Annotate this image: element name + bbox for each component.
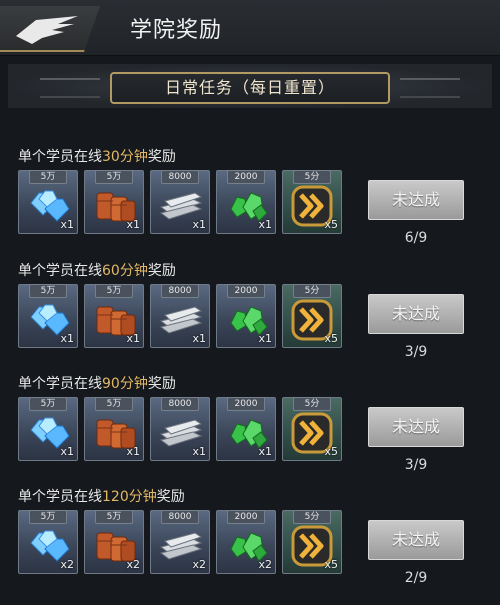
reward-quantity: x5 bbox=[324, 218, 338, 231]
reward-quantity: x1 bbox=[126, 445, 140, 458]
reward-amount-tag: 2000 bbox=[227, 510, 265, 524]
reward-amount-tag: 2000 bbox=[227, 397, 265, 411]
reward-row: 单个学员在线120分钟奖励 5万 x2 5万 x2 8000 x2 2000 x2 5分 x5 未达成… bbox=[8, 480, 492, 592]
reward-item[interactable]: 5分 x5 bbox=[282, 284, 342, 348]
reward-quantity: x1 bbox=[126, 332, 140, 345]
row-title-prefix: 单个学员在线 bbox=[18, 376, 102, 392]
reward-quantity: x1 bbox=[60, 332, 74, 345]
claim-status-button[interactable]: 未达成 bbox=[368, 180, 464, 220]
reward-item[interactable]: 5万 x2 bbox=[84, 510, 144, 574]
row-title-prefix: 单个学员在线 bbox=[18, 489, 102, 505]
eagle-wing-icon bbox=[16, 16, 78, 44]
reward-item[interactable]: 5万 x1 bbox=[18, 284, 78, 348]
reward-amount-tag: 5万 bbox=[29, 170, 67, 184]
reward-row: 单个学员在线90分钟奖励 5万 x1 5万 x1 8000 x1 2000 x1 5分 x5 未达成 3… bbox=[8, 367, 492, 479]
reward-row: 单个学员在线30分钟奖励 5万 x1 5万 x1 8000 x1 2000 x1 5分 x5 未达成 6… bbox=[8, 140, 492, 252]
row-title-suffix: 奖励 bbox=[147, 376, 176, 392]
reward-item[interactable]: 5万 x1 bbox=[84, 284, 144, 348]
reward-item[interactable]: 5万 x1 bbox=[84, 170, 144, 234]
reward-item[interactable]: 5分 x5 bbox=[282, 170, 342, 234]
reward-amount-tag: 5万 bbox=[95, 397, 133, 411]
row-title: 单个学员在线120分钟奖励 bbox=[18, 486, 185, 506]
reward-quantity: x2 bbox=[192, 558, 206, 571]
reward-item[interactable]: 2000 x1 bbox=[216, 284, 276, 348]
reward-amount-tag: 2000 bbox=[227, 284, 265, 298]
header-bar: 学院奖励 bbox=[0, 0, 500, 56]
row-title-duration: 90分钟 bbox=[102, 376, 148, 392]
reward-item[interactable]: 8000 x1 bbox=[150, 284, 210, 348]
reward-quantity: x1 bbox=[192, 445, 206, 458]
reward-quantity: x2 bbox=[60, 558, 74, 571]
row-title-suffix: 奖励 bbox=[147, 263, 176, 279]
row-title-suffix: 奖励 bbox=[156, 489, 185, 505]
reward-amount-tag: 5分 bbox=[293, 510, 331, 524]
reward-quantity: x5 bbox=[324, 445, 338, 458]
reward-quantity: x1 bbox=[126, 218, 140, 231]
row-title-prefix: 单个学员在线 bbox=[18, 149, 102, 165]
reward-quantity: x1 bbox=[60, 445, 74, 458]
row-title-suffix: 奖励 bbox=[147, 149, 176, 165]
reward-quantity: x2 bbox=[126, 558, 140, 571]
reward-amount-tag: 8000 bbox=[161, 284, 199, 298]
reward-amount-tag: 8000 bbox=[161, 397, 199, 411]
progress-count: 3/9 bbox=[404, 344, 428, 360]
back-button[interactable] bbox=[0, 6, 100, 52]
reward-item[interactable]: 5万 x1 bbox=[84, 397, 144, 461]
reward-item[interactable]: 2000 x1 bbox=[216, 170, 276, 234]
reward-row: 单个学员在线60分钟奖励 5万 x1 5万 x1 8000 x1 2000 x1 5分 x5 未达成 3… bbox=[8, 254, 492, 366]
reward-amount-tag: 5万 bbox=[29, 284, 67, 298]
reward-amount-tag: 5分 bbox=[293, 170, 331, 184]
reward-item[interactable]: 8000 x2 bbox=[150, 510, 210, 574]
reward-amount-tag: 5万 bbox=[95, 170, 133, 184]
banner-left-wing bbox=[40, 78, 100, 98]
reward-item[interactable]: 8000 x1 bbox=[150, 170, 210, 234]
progress-count: 6/9 bbox=[404, 230, 428, 246]
banner-right-wing bbox=[400, 78, 460, 98]
claim-status-button[interactable]: 未达成 bbox=[368, 520, 464, 560]
reward-item[interactable]: 8000 x1 bbox=[150, 397, 210, 461]
reward-amount-tag: 8000 bbox=[161, 170, 199, 184]
row-title-duration: 120分钟 bbox=[102, 489, 157, 505]
row-title: 单个学员在线30分钟奖励 bbox=[18, 146, 176, 166]
daily-task-banner: 日常任务（每日重置） bbox=[110, 72, 390, 104]
reward-quantity: x1 bbox=[258, 445, 272, 458]
reward-amount-tag: 5万 bbox=[29, 510, 67, 524]
claim-status-button[interactable]: 未达成 bbox=[368, 294, 464, 334]
reward-quantity: x1 bbox=[60, 218, 74, 231]
row-title-duration: 60分钟 bbox=[102, 263, 148, 279]
reward-amount-tag: 2000 bbox=[227, 170, 265, 184]
reward-quantity: x5 bbox=[324, 558, 338, 571]
reward-item[interactable]: 5万 x1 bbox=[18, 397, 78, 461]
reward-item[interactable]: 5分 x5 bbox=[282, 397, 342, 461]
progress-count: 3/9 bbox=[404, 457, 428, 473]
reward-item[interactable]: 5分 x5 bbox=[282, 510, 342, 574]
reward-quantity: x1 bbox=[192, 218, 206, 231]
reward-item[interactable]: 5万 x1 bbox=[18, 170, 78, 234]
claim-status-button[interactable]: 未达成 bbox=[368, 407, 464, 447]
reward-quantity: x1 bbox=[258, 332, 272, 345]
row-title: 单个学员在线90分钟奖励 bbox=[18, 373, 176, 393]
row-title-prefix: 单个学员在线 bbox=[18, 263, 102, 279]
reward-amount-tag: 5万 bbox=[95, 510, 133, 524]
reward-amount-tag: 5分 bbox=[293, 284, 331, 298]
reward-item[interactable]: 2000 x2 bbox=[216, 510, 276, 574]
reward-item[interactable]: 5万 x2 bbox=[18, 510, 78, 574]
reward-amount-tag: 8000 bbox=[161, 510, 199, 524]
row-title: 单个学员在线60分钟奖励 bbox=[18, 260, 176, 280]
reward-quantity: x1 bbox=[192, 332, 206, 345]
row-title-duration: 30分钟 bbox=[102, 149, 148, 165]
reward-amount-tag: 5万 bbox=[29, 397, 67, 411]
reward-item[interactable]: 2000 x1 bbox=[216, 397, 276, 461]
page-title: 学院奖励 bbox=[130, 18, 223, 43]
reward-amount-tag: 5分 bbox=[293, 397, 331, 411]
reward-amount-tag: 5万 bbox=[95, 284, 133, 298]
progress-count: 2/9 bbox=[404, 570, 428, 586]
reward-quantity: x2 bbox=[258, 558, 272, 571]
reward-quantity: x1 bbox=[258, 218, 272, 231]
reward-quantity: x5 bbox=[324, 332, 338, 345]
